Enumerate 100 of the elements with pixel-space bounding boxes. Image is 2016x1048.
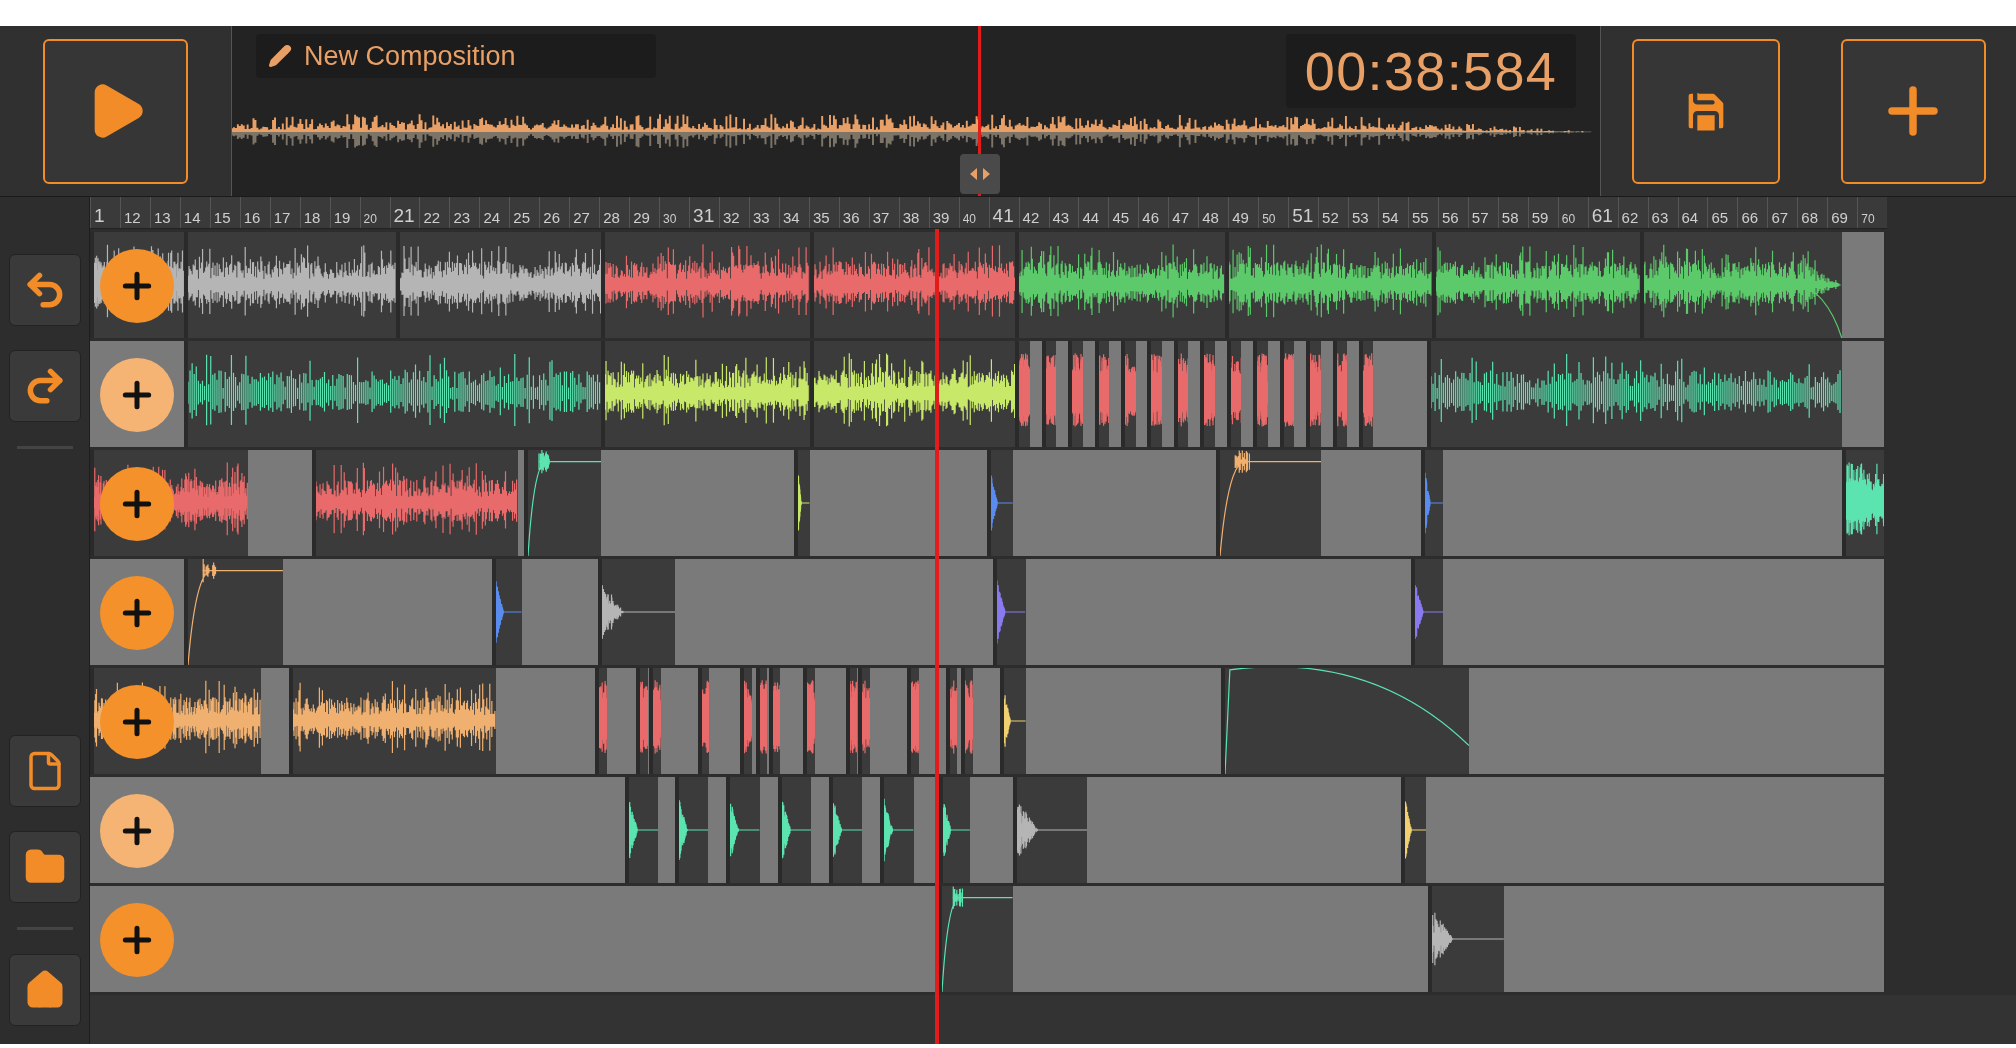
drag-arrows-icon: [968, 166, 992, 182]
audio-clip[interactable]: [1147, 341, 1162, 447]
audio-clip[interactable]: [1173, 341, 1189, 447]
audio-clip[interactable]: [1094, 341, 1110, 447]
audio-clip[interactable]: [961, 668, 973, 774]
ruler-label: 19: [329, 197, 360, 228]
composition-title: New Composition: [304, 39, 516, 73]
audio-clip[interactable]: [1306, 341, 1321, 447]
ruler-label: 50: [1258, 197, 1289, 228]
audio-clip[interactable]: [1226, 341, 1242, 447]
add-button[interactable]: [1840, 38, 1986, 184]
ruler-label: 56: [1437, 197, 1468, 228]
ruler-label: 43: [1048, 197, 1079, 228]
ruler-label: 26: [539, 197, 570, 228]
audio-clip[interactable]: [768, 668, 781, 774]
title-field[interactable]: New Composition: [256, 34, 656, 78]
ruler-label: 38: [898, 197, 929, 228]
ruler-label: 1: [90, 197, 120, 228]
audio-clip[interactable]: [803, 668, 815, 774]
ruler-label: 40: [958, 197, 989, 228]
audio-clip[interactable]: [794, 450, 810, 556]
ruler-label: 29: [629, 197, 660, 228]
ruler-label: 60: [1557, 197, 1588, 228]
audio-clip[interactable]: [755, 668, 768, 774]
new-file-button[interactable]: [8, 735, 81, 807]
ruler-label: 34: [778, 197, 809, 228]
audio-clip[interactable]: [1332, 341, 1348, 447]
audio-clip[interactable]: [945, 668, 958, 774]
audio-clip[interactable]: [1068, 341, 1083, 447]
ruler-label: 70: [1857, 197, 1888, 228]
ruler-label: 28: [599, 197, 630, 228]
redo-button[interactable]: [8, 350, 81, 422]
ruler-label: 23: [449, 197, 480, 228]
audio-clip[interactable]: [1121, 341, 1136, 447]
ruler-label: 15: [209, 197, 240, 228]
ruler-label: 66: [1737, 197, 1768, 228]
ruler-label: 53: [1348, 197, 1378, 228]
ruler-label: 65: [1707, 197, 1738, 228]
ruler-label: 18: [299, 197, 330, 228]
ruler-label: 25: [509, 197, 540, 228]
audio-clip[interactable]: [697, 668, 710, 774]
play-button[interactable]: [43, 38, 188, 184]
ruler-label: 55: [1407, 197, 1438, 228]
ruler-label: 17: [269, 197, 300, 228]
audio-clip[interactable]: [1279, 341, 1295, 447]
ruler-label: 45: [1108, 197, 1139, 228]
ruler-label: 21: [389, 197, 420, 228]
ruler-label: 54: [1378, 197, 1408, 228]
ruler-label: 16: [239, 197, 270, 228]
audio-clip[interactable]: [1253, 341, 1268, 447]
ruler-label: 48: [1198, 197, 1229, 228]
ruler-label: 14: [179, 197, 210, 228]
ruler-label: 33: [748, 197, 779, 228]
ruler-label: 12: [119, 197, 150, 228]
audio-clip[interactable]: [845, 668, 858, 774]
ruler-label: 22: [419, 197, 450, 228]
home-button[interactable]: [8, 954, 81, 1026]
ruler-label: 68: [1797, 197, 1828, 228]
audio-clip[interactable]: [1358, 341, 1374, 447]
playhead-handle[interactable]: [960, 154, 1000, 194]
audio-clip[interactable]: [1200, 341, 1215, 447]
ruler-label: 59: [1527, 197, 1558, 228]
ruler-label: 39: [928, 197, 959, 228]
ruler-label: 61: [1587, 197, 1618, 228]
ruler-label: 64: [1677, 197, 1708, 228]
audio-clip[interactable]: [595, 668, 607, 774]
ruler-label: 13: [149, 197, 180, 228]
open-folder-button[interactable]: [8, 831, 81, 903]
ruler-label: 67: [1767, 197, 1798, 228]
ruler-label: 20: [359, 197, 390, 228]
audio-clip[interactable]: [1041, 341, 1057, 447]
ruler-label: 69: [1827, 197, 1858, 228]
ruler-label: 35: [808, 197, 839, 228]
ruler-label: 37: [868, 197, 899, 228]
ruler-label: 47: [1168, 197, 1199, 228]
ruler-label: 62: [1617, 197, 1648, 228]
save-button[interactable]: [1631, 38, 1780, 184]
ruler-label: 52: [1318, 197, 1349, 228]
ruler-label: 24: [479, 197, 510, 228]
undo-button[interactable]: [8, 254, 81, 326]
ruler-label: 63: [1647, 197, 1678, 228]
ruler-label: 30: [659, 197, 690, 228]
time-display: 00:38:584: [1286, 34, 1576, 108]
ruler-label: 46: [1138, 197, 1169, 228]
pencil-icon: [268, 44, 292, 68]
ruler-label: 51: [1288, 197, 1319, 228]
audio-clip[interactable]: [858, 668, 871, 774]
ruler-label: 58: [1497, 197, 1528, 228]
ruler-label: 41: [988, 197, 1019, 228]
ruler-label: 36: [838, 197, 869, 228]
ruler-label: 44: [1078, 197, 1109, 228]
ruler-label: 32: [719, 197, 749, 228]
audio-clip[interactable]: [907, 668, 919, 774]
audio-clip[interactable]: [740, 668, 752, 774]
audio-clip[interactable]: [1015, 341, 1030, 447]
ruler-label: 42: [1018, 197, 1049, 228]
ruler-label: 49: [1228, 197, 1259, 228]
ruler-label: 27: [569, 197, 600, 228]
ruler-label: 31: [689, 197, 719, 228]
audio-clip[interactable]: [649, 668, 661, 774]
